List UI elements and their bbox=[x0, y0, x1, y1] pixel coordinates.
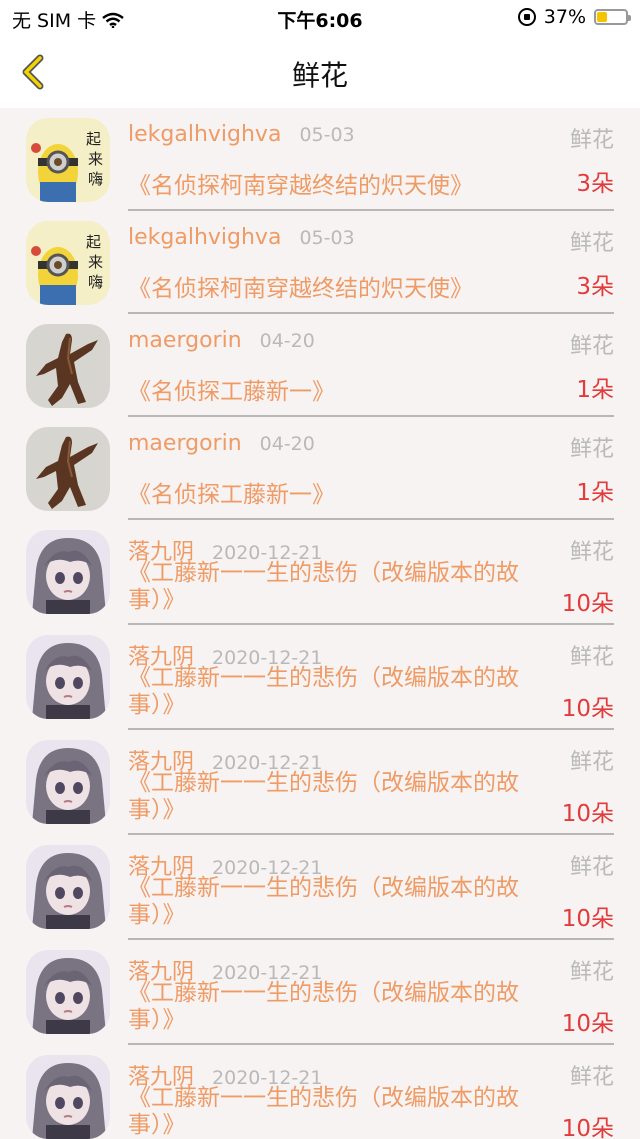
list-item[interactable]: 落九阴 2020-12-21 鲜花 《工藤新一一生的悲伤（改编版本的故事）》 1… bbox=[0, 1045, 640, 1139]
flower-count: 10朵 bbox=[561, 1116, 614, 1139]
battery-icon bbox=[594, 9, 631, 25]
book-title[interactable]: 《名侦探工藤新一》 bbox=[128, 372, 335, 406]
flower-count: 3朵 bbox=[576, 171, 614, 197]
navigation-bar: 鲜花 bbox=[0, 34, 640, 109]
list-item-content: 落九阴 2020-12-21 鲜花 《工藤新一一生的悲伤（改编版本的故事）》 1… bbox=[128, 520, 614, 625]
list-item[interactable]: 落九阴 2020-12-21 鲜花 《工藤新一一生的悲伤（改编版本的故事）》 1… bbox=[0, 940, 640, 1045]
gift-type: 鲜花 bbox=[569, 540, 614, 565]
date: 05-03 bbox=[299, 227, 355, 249]
list-item-header: lekgalhvighva 05-03 bbox=[128, 225, 355, 250]
book-title[interactable]: 《工藤新一一生的悲伤（改编版本的故事）》 bbox=[128, 770, 543, 824]
flower-list[interactable]: 起 来 嗨 lekgalhvighva 05-03 鲜花 《名侦探柯南穿越终结的… bbox=[0, 108, 640, 1139]
book-title[interactable]: 《工藤新一一生的悲伤（改编版本的故事）》 bbox=[128, 1085, 543, 1139]
svg-text:嗨: 嗨 bbox=[88, 170, 103, 188]
gift-type: 鲜花 bbox=[569, 645, 614, 670]
list-item[interactable]: 落九阴 2020-12-21 鲜花 《工藤新一一生的悲伤（改编版本的故事）》 1… bbox=[0, 835, 640, 940]
list-item-header: maergorin 04-20 bbox=[128, 431, 315, 456]
list-item-content: 落九阴 2020-12-21 鲜花 《工藤新一一生的悲伤（改编版本的故事）》 1… bbox=[128, 835, 614, 940]
list-item-content: lekgalhvighva 05-03 鲜花 《名侦探柯南穿越终结的炽天使》 3… bbox=[128, 108, 614, 211]
list-item[interactable]: maergorin 04-20 鲜花 《名侦探工藤新一》 1朵 bbox=[0, 417, 640, 520]
svg-text:起: 起 bbox=[86, 130, 101, 148]
list-item[interactable]: 落九阴 2020-12-21 鲜花 《工藤新一一生的悲伤（改编版本的故事）》 1… bbox=[0, 625, 640, 730]
list-item-content: maergorin 04-20 鲜花 《名侦探工藤新一》 1朵 bbox=[128, 314, 614, 417]
list-item-content: 落九阴 2020-12-21 鲜花 《工藤新一一生的悲伤（改编版本的故事）》 1… bbox=[128, 1045, 614, 1139]
gift-type: 鲜花 bbox=[569, 231, 614, 256]
battery-percent: 37% bbox=[543, 6, 586, 28]
avatar[interactable] bbox=[26, 324, 110, 408]
book-title[interactable]: 《工藤新一一生的悲伤（改编版本的故事）》 bbox=[128, 875, 543, 929]
gift-type: 鲜花 bbox=[569, 960, 614, 985]
book-title[interactable]: 《名侦探工藤新一》 bbox=[128, 475, 335, 509]
username[interactable]: lekgalhvighva bbox=[128, 225, 281, 250]
flower-count: 3朵 bbox=[576, 274, 614, 300]
date: 04-20 bbox=[259, 330, 315, 352]
svg-text:来: 来 bbox=[88, 150, 103, 168]
list-item-content: 落九阴 2020-12-21 鲜花 《工藤新一一生的悲伤（改编版本的故事）》 1… bbox=[128, 625, 614, 730]
avatar[interactable] bbox=[26, 740, 110, 824]
book-title[interactable]: 《工藤新一一生的悲伤（改编版本的故事）》 bbox=[128, 665, 543, 719]
status-bar: 无 SIM 卡 下午6:06 37% bbox=[0, 0, 640, 34]
flower-count: 1朵 bbox=[576, 377, 614, 403]
list-item[interactable]: 起 来 嗨 lekgalhvighva 05-03 鲜花 《名侦探柯南穿越终结的… bbox=[0, 211, 640, 314]
avatar[interactable] bbox=[26, 1055, 110, 1139]
svg-text:嗨: 嗨 bbox=[88, 273, 103, 291]
avatar[interactable] bbox=[26, 530, 110, 614]
book-title[interactable]: 《名侦探柯南穿越终结的炽天使》 bbox=[128, 269, 473, 303]
gift-type: 鲜花 bbox=[569, 1065, 614, 1090]
flower-count: 10朵 bbox=[561, 591, 614, 617]
avatar[interactable] bbox=[26, 427, 110, 511]
list-item-content: lekgalhvighva 05-03 鲜花 《名侦探柯南穿越终结的炽天使》 3… bbox=[128, 211, 614, 314]
book-title[interactable]: 《工藤新一一生的悲伤（改编版本的故事）》 bbox=[128, 560, 543, 614]
gift-type: 鲜花 bbox=[569, 334, 614, 359]
book-title[interactable]: 《名侦探柯南穿越终结的炽天使》 bbox=[128, 166, 473, 200]
gift-type: 鲜花 bbox=[569, 855, 614, 880]
list-item-header: lekgalhvighva 05-03 bbox=[128, 122, 355, 147]
gift-type: 鲜花 bbox=[569, 750, 614, 775]
username[interactable]: maergorin bbox=[128, 431, 242, 456]
flower-count: 10朵 bbox=[561, 1011, 614, 1037]
date: 04-20 bbox=[259, 433, 315, 455]
username[interactable]: lekgalhvighva bbox=[128, 122, 281, 147]
list-item-content: 落九阴 2020-12-21 鲜花 《工藤新一一生的悲伤（改编版本的故事）》 1… bbox=[128, 730, 614, 835]
username[interactable]: maergorin bbox=[128, 328, 242, 353]
avatar[interactable] bbox=[26, 950, 110, 1034]
list-item-header: maergorin 04-20 bbox=[128, 328, 315, 353]
date: 05-03 bbox=[299, 124, 355, 146]
book-title[interactable]: 《工藤新一一生的悲伤（改编版本的故事）》 bbox=[128, 980, 543, 1034]
svg-text:起: 起 bbox=[86, 233, 101, 251]
page-title: 鲜花 bbox=[291, 59, 348, 92]
svg-text:来: 来 bbox=[88, 253, 103, 271]
gift-type: 鲜花 bbox=[569, 437, 614, 462]
avatar[interactable]: 起 来 嗨 bbox=[26, 221, 110, 305]
flower-count: 10朵 bbox=[561, 906, 614, 932]
list-item-content: maergorin 04-20 鲜花 《名侦探工藤新一》 1朵 bbox=[128, 417, 614, 520]
list-item-content: 落九阴 2020-12-21 鲜花 《工藤新一一生的悲伤（改编版本的故事）》 1… bbox=[128, 940, 614, 1045]
gift-type: 鲜花 bbox=[569, 128, 614, 153]
list-item[interactable]: 起 来 嗨 lekgalhvighva 05-03 鲜花 《名侦探柯南穿越终结的… bbox=[0, 108, 640, 211]
status-right: 37% bbox=[517, 6, 631, 28]
list-item[interactable]: maergorin 04-20 鲜花 《名侦探工藤新一》 1朵 bbox=[0, 314, 640, 417]
avatar[interactable]: 起 来 嗨 bbox=[26, 118, 110, 202]
list-item[interactable]: 落九阴 2020-12-21 鲜花 《工藤新一一生的悲伤（改编版本的故事）》 1… bbox=[0, 520, 640, 625]
rotation-lock-icon bbox=[517, 8, 536, 26]
flower-count: 10朵 bbox=[561, 801, 614, 827]
avatar[interactable] bbox=[26, 635, 110, 719]
flower-count: 1朵 bbox=[576, 480, 614, 506]
avatar[interactable] bbox=[26, 845, 110, 929]
flower-count: 10朵 bbox=[561, 696, 614, 722]
list-item[interactable]: 落九阴 2020-12-21 鲜花 《工藤新一一生的悲伤（改编版本的故事）》 1… bbox=[0, 730, 640, 835]
